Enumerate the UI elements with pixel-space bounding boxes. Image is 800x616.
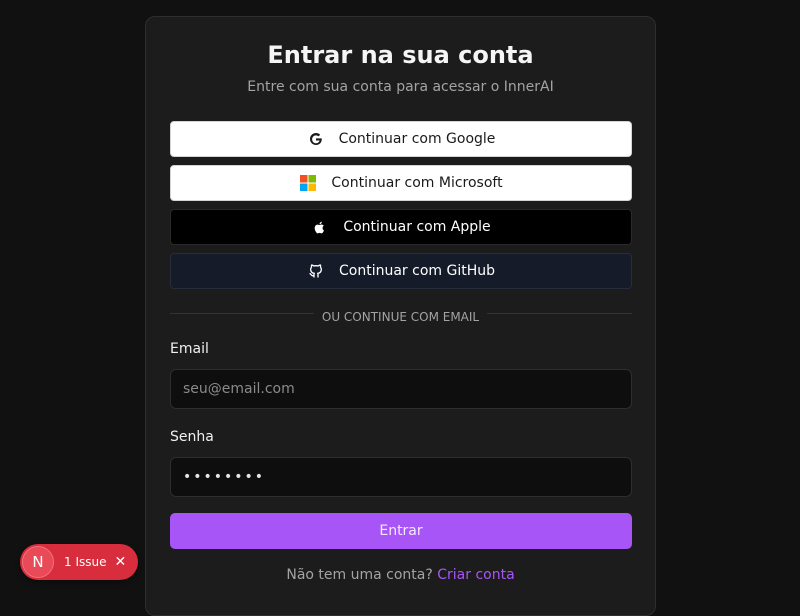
- apple-login-label: Continuar com Apple: [343, 219, 491, 235]
- signup-prompt-text: Não tem uma conta?: [286, 567, 433, 583]
- login-card: Entrar na sua conta Entre com sua conta …: [145, 16, 656, 616]
- signup-prompt: Não tem uma conta? Criar conta: [146, 567, 655, 583]
- email-label: Email: [170, 341, 209, 357]
- github-login-button[interactable]: Continuar com GitHub: [170, 253, 632, 289]
- github-login-label: Continuar com GitHub: [339, 263, 495, 279]
- divider-text: OU CONTINUE COM EMAIL: [313, 310, 488, 324]
- issues-count[interactable]: 1 Issue: [64, 555, 106, 569]
- google-login-button[interactable]: Continuar com Google: [170, 121, 632, 157]
- password-label: Senha: [170, 429, 214, 445]
- apple-login-button[interactable]: Continuar com Apple: [170, 209, 632, 245]
- apple-icon: [311, 218, 329, 236]
- google-icon: [307, 130, 325, 148]
- signup-link[interactable]: Criar conta: [437, 567, 514, 583]
- page-title: Entrar na sua conta: [267, 41, 534, 69]
- google-login-label: Continuar com Google: [338, 131, 496, 147]
- microsoft-login-label: Continuar com Microsoft: [331, 175, 503, 191]
- email-field[interactable]: [170, 369, 632, 409]
- page-subtitle: Entre com sua conta para acessar o Inner…: [247, 79, 554, 95]
- password-field[interactable]: [170, 457, 632, 497]
- microsoft-login-button[interactable]: Continuar com Microsoft: [170, 165, 632, 201]
- divider-label: OU CONTINUE COM EMAIL: [146, 306, 655, 325]
- submit-button[interactable]: Entrar: [170, 513, 632, 549]
- dev-issues-badge[interactable]: N 1 Issue ✕: [20, 544, 138, 580]
- nextjs-logo-icon[interactable]: N: [22, 546, 54, 578]
- close-icon[interactable]: ✕: [114, 555, 126, 569]
- github-icon: [307, 262, 325, 280]
- microsoft-icon: [299, 174, 317, 192]
